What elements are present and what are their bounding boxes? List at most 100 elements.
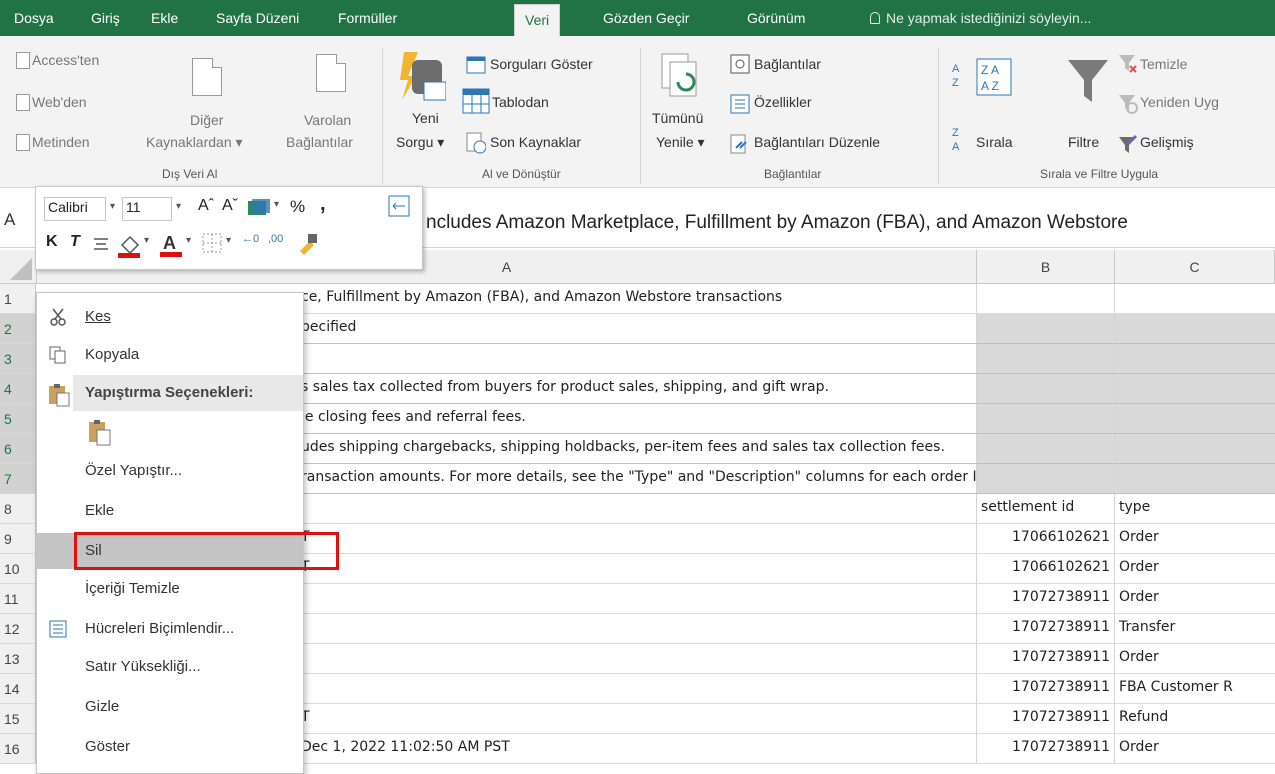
cell-b[interactable]: settlement id bbox=[977, 494, 1115, 523]
reapply-button[interactable]: Yeniden Uyg bbox=[1140, 94, 1219, 110]
cell-b[interactable]: 17072738911 bbox=[977, 644, 1115, 673]
cell-c[interactable]: Order bbox=[1115, 554, 1275, 583]
row-header[interactable]: 14 bbox=[0, 674, 36, 704]
tab-giris[interactable]: Giriş bbox=[91, 0, 120, 36]
row-header[interactable]: 10 bbox=[0, 554, 36, 584]
from-web-button[interactable]: Web'den bbox=[32, 94, 87, 110]
show-queries-button[interactable]: Sorguları Göster bbox=[490, 56, 593, 72]
size-dropdown-icon[interactable]: ▾ bbox=[176, 201, 181, 212]
row-header[interactable]: 6 bbox=[0, 434, 36, 464]
cell-c[interactable]: Order bbox=[1115, 524, 1275, 553]
new-query-label-1[interactable]: Yeni bbox=[412, 110, 439, 126]
borders-dropdown-icon[interactable]: ▾ bbox=[226, 235, 231, 246]
cell-c[interactable]: Order bbox=[1115, 584, 1275, 613]
accounting-format-icon[interactable] bbox=[246, 197, 272, 219]
row-header[interactable]: 7 bbox=[0, 464, 36, 494]
cell-c[interactable]: Order bbox=[1115, 734, 1275, 763]
menu-item-kes[interactable]: Kes bbox=[37, 299, 303, 335]
other-sources-label-1[interactable]: Diğer bbox=[190, 112, 223, 128]
cell-b[interactable] bbox=[977, 434, 1115, 463]
from-access-button[interactable]: Access'ten bbox=[32, 52, 99, 68]
new-query-label-2[interactable]: Sorgu ▾ bbox=[396, 134, 444, 151]
comma-style-button[interactable]: , bbox=[320, 193, 326, 216]
cell-b[interactable]: 17072738911 bbox=[977, 674, 1115, 703]
from-text-button[interactable]: Metinden bbox=[32, 134, 90, 150]
tab-gorunum[interactable]: Görünüm bbox=[747, 0, 805, 36]
fill-color-icon[interactable] bbox=[116, 231, 142, 259]
row-header[interactable]: 15 bbox=[0, 704, 36, 734]
advanced-filter-button[interactable]: Gelişmiş bbox=[1140, 134, 1194, 150]
row-header[interactable]: 8 bbox=[0, 494, 36, 524]
existing-connections-label-1[interactable]: Varolan bbox=[304, 112, 351, 128]
cell-b[interactable] bbox=[977, 344, 1115, 373]
clear-filter-button[interactable]: Temizle bbox=[1140, 56, 1187, 72]
menu-item-icerigi-temizle[interactable]: İçeriği Temizle bbox=[37, 571, 303, 607]
tab-dosya[interactable]: Dosya bbox=[14, 0, 54, 36]
row-header[interactable]: 11 bbox=[0, 584, 36, 614]
tab-ekle[interactable]: Ekle bbox=[151, 0, 178, 36]
row-header[interactable]: 4 bbox=[0, 374, 36, 404]
cell-c[interactable]: Order bbox=[1115, 644, 1275, 673]
refresh-all-label-1[interactable]: Tümünü bbox=[652, 110, 703, 126]
tab-formuller[interactable]: Formüller bbox=[338, 0, 397, 36]
align-center-icon[interactable] bbox=[92, 235, 110, 253]
tell-me-box[interactable]: Ne yapmak istediğinizi söyleyin... bbox=[870, 0, 1091, 36]
menu-item-satir-yuksekligi[interactable]: Satır Yüksekliği... bbox=[37, 649, 303, 685]
row-header[interactable]: 16 bbox=[0, 734, 36, 764]
wrap-text-icon[interactable] bbox=[388, 195, 412, 217]
menu-item-kopyala[interactable]: Kopyala bbox=[37, 337, 303, 373]
cell-b[interactable]: 17072738911 bbox=[977, 614, 1115, 643]
borders-icon[interactable] bbox=[202, 233, 222, 253]
font-color-icon[interactable]: A bbox=[158, 229, 184, 259]
formula-input[interactable]: ncludes Amazon Marketplace, Fulfillment … bbox=[426, 212, 1128, 234]
row-header[interactable]: 12 bbox=[0, 614, 36, 644]
recent-sources-button[interactable]: Son Kaynaklar bbox=[490, 134, 581, 150]
cell-c[interactable]: Transfer bbox=[1115, 614, 1275, 643]
cell-c[interactable] bbox=[1115, 404, 1275, 433]
row-header[interactable]: 3 bbox=[0, 344, 36, 374]
font-color-dropdown-icon[interactable]: ▾ bbox=[186, 235, 191, 246]
properties-button[interactable]: Özellikler bbox=[754, 94, 812, 110]
format-painter-icon[interactable] bbox=[296, 231, 320, 255]
select-all-corner[interactable] bbox=[0, 250, 37, 284]
percent-style-button[interactable]: % bbox=[290, 197, 305, 217]
cell-b[interactable] bbox=[977, 404, 1115, 433]
menu-item-ekle[interactable]: Ekle bbox=[37, 493, 303, 529]
row-header[interactable]: 1 bbox=[0, 284, 36, 314]
accounting-dropdown-icon[interactable]: ▾ bbox=[274, 199, 279, 210]
paste-icon[interactable] bbox=[87, 419, 113, 447]
other-sources-label-2[interactable]: Kaynaklardan ▾ bbox=[146, 134, 243, 151]
menu-item-gizle[interactable]: Gizle bbox=[37, 689, 303, 725]
cell-c[interactable]: FBA Customer R bbox=[1115, 674, 1275, 703]
cell-b[interactable]: 17072738911 bbox=[977, 704, 1115, 733]
cell-b[interactable] bbox=[977, 464, 1115, 493]
cell-c[interactable] bbox=[1115, 434, 1275, 463]
cell-c[interactable]: type bbox=[1115, 494, 1275, 523]
refresh-all-label-2[interactable]: Yenile ▾ bbox=[656, 134, 705, 151]
row-header[interactable]: 9 bbox=[0, 524, 36, 554]
column-header-c[interactable]: C bbox=[1115, 250, 1275, 284]
increase-decimal-icon[interactable]: ←0 bbox=[242, 233, 259, 245]
cell-c[interactable] bbox=[1115, 374, 1275, 403]
cell-c[interactable] bbox=[1115, 314, 1275, 343]
bold-button[interactable]: K bbox=[46, 233, 58, 251]
existing-connections-label-2[interactable]: Bağlantılar bbox=[286, 134, 353, 150]
cell-c[interactable] bbox=[1115, 344, 1275, 373]
cell-b[interactable] bbox=[977, 374, 1115, 403]
grow-font-icon[interactable]: Aˆ bbox=[198, 197, 214, 215]
row-header[interactable]: 2 bbox=[0, 314, 36, 344]
italic-button[interactable]: T bbox=[70, 233, 80, 251]
menu-item-hucreleri-bicimlendir[interactable]: Hücreleri Biçimlendir... bbox=[37, 611, 303, 647]
edit-links-button[interactable]: Bağlantıları Düzenle bbox=[754, 134, 880, 150]
font-dropdown-icon[interactable]: ▾ bbox=[110, 201, 115, 212]
filter-button[interactable]: Filtre bbox=[1068, 134, 1099, 150]
sort-button[interactable]: Sırala bbox=[976, 134, 1013, 150]
cell-c[interactable] bbox=[1115, 464, 1275, 493]
name-box[interactable]: A bbox=[4, 210, 15, 230]
menu-item-ozel-yapistir[interactable]: Özel Yapıştır... bbox=[37, 453, 303, 489]
cell-b[interactable] bbox=[977, 314, 1115, 343]
cell-b[interactable]: 17066102621 bbox=[977, 554, 1115, 583]
from-table-button[interactable]: Tablodan bbox=[492, 94, 549, 110]
fill-color-dropdown-icon[interactable]: ▾ bbox=[144, 235, 149, 246]
column-header-b[interactable]: B bbox=[977, 250, 1115, 284]
